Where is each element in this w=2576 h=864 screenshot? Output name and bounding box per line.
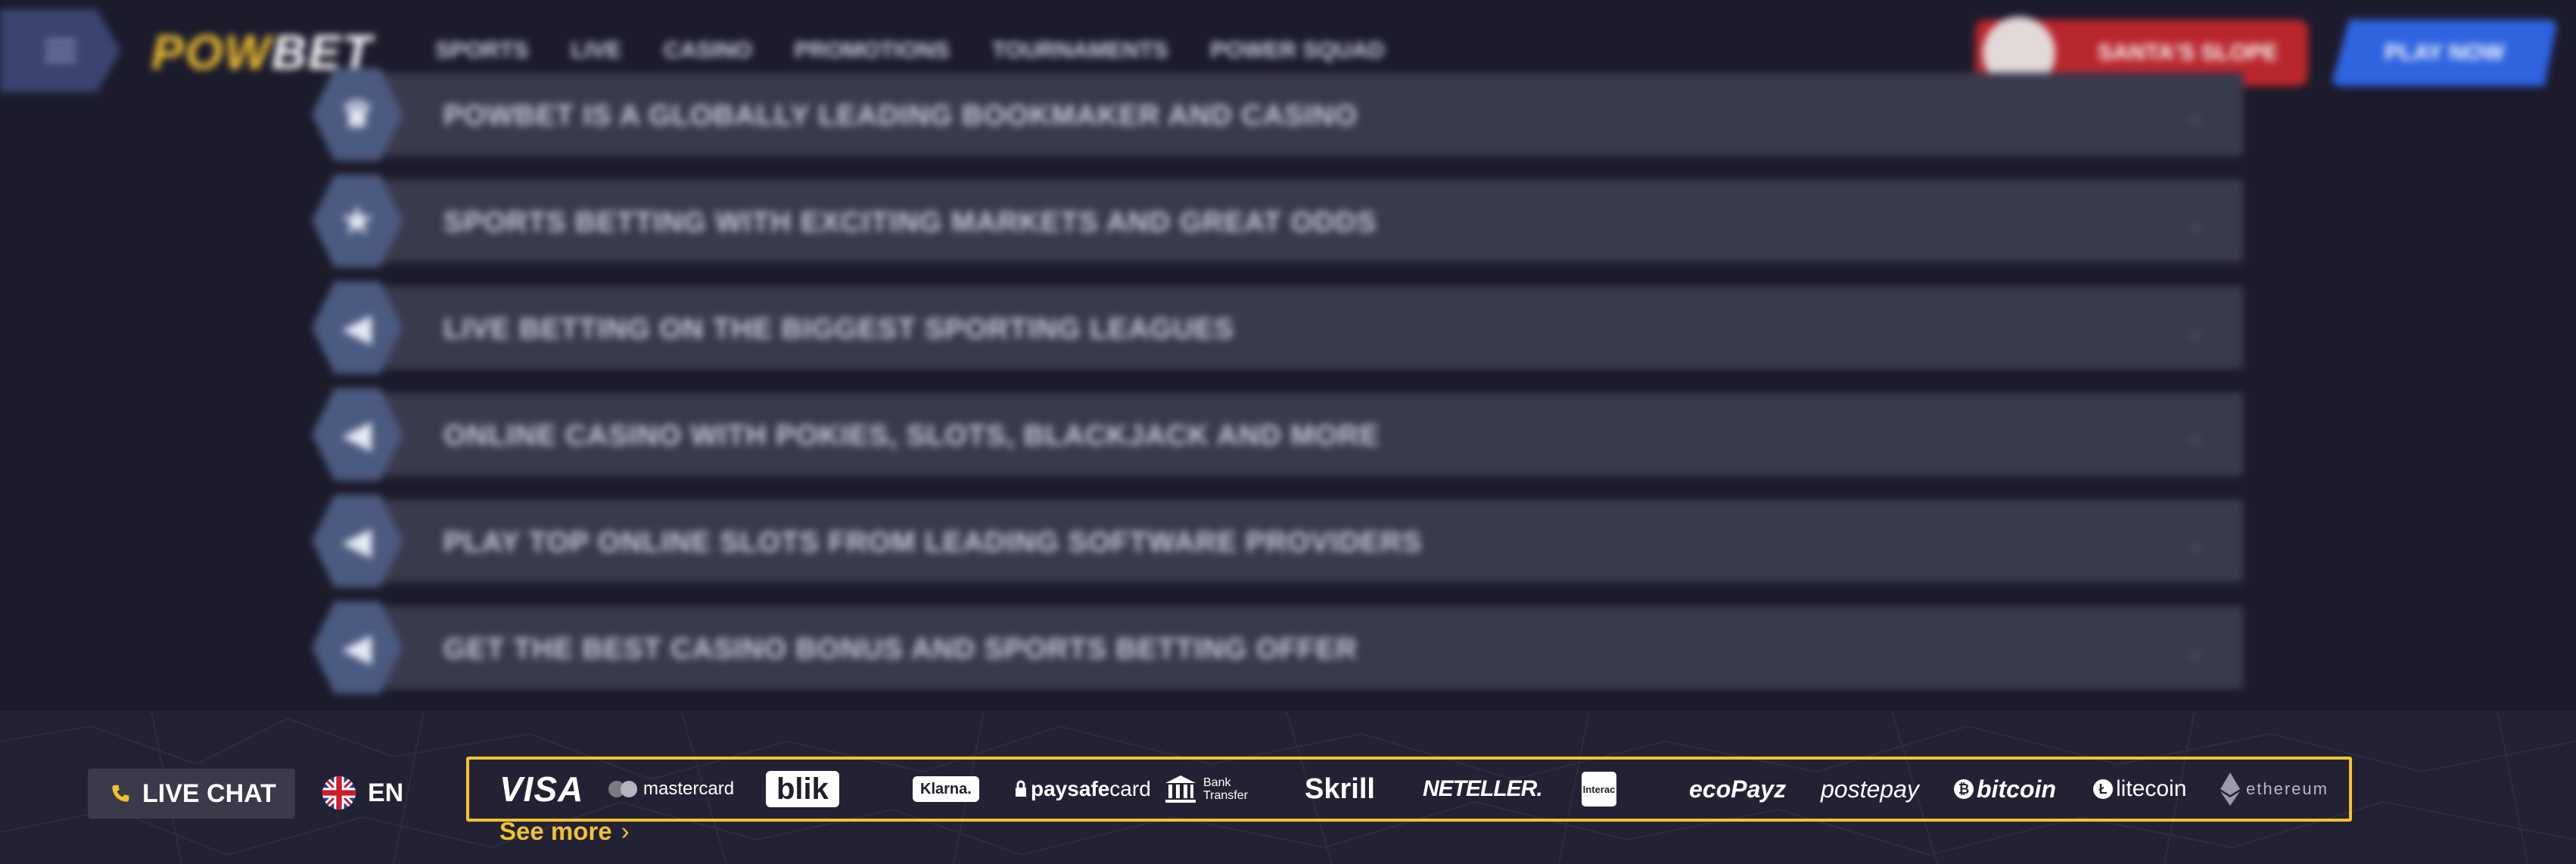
bank-icon bbox=[1165, 775, 1196, 803]
santas-slope-label: SANTA'S SLOPE bbox=[2097, 40, 2278, 65]
play-now-label: PLAY NOW bbox=[2384, 40, 2505, 65]
faq-row-glyph: ◀ bbox=[343, 521, 372, 561]
ethereum-label: ethereum bbox=[2246, 779, 2329, 798]
bank-transfer-logo: Bank Transfer bbox=[1164, 760, 1248, 819]
litecoin-logo: Łlitecoin bbox=[2093, 760, 2186, 819]
bank-transfer-label-1: Bank bbox=[1203, 776, 1231, 789]
faq-row-glyph: ◀ bbox=[343, 308, 372, 348]
phone-icon bbox=[112, 785, 129, 802]
bitcoin-logo: ₿ bitcoin bbox=[1954, 760, 2056, 819]
ethereum-icon bbox=[2220, 772, 2240, 806]
logo-text-part-1: POW bbox=[151, 25, 272, 79]
chevron-down-icon[interactable]: ⌄ bbox=[2185, 635, 2205, 664]
postepay-logo: postepay bbox=[1821, 775, 1919, 803]
mastercard-label: mastercard bbox=[643, 779, 735, 799]
chevron-down-icon[interactable]: ⌄ bbox=[2185, 421, 2205, 450]
faq-row-title: POWBET IS A GLOBALLY LEADING BOOKMAKER A… bbox=[443, 100, 1358, 132]
menu-button[interactable] bbox=[0, 9, 121, 92]
footer: LIVE CHAT EN VISA mastercard blik Klarna… bbox=[0, 711, 2576, 864]
bank-transfer-label: Bank Transfer bbox=[1203, 776, 1248, 802]
faq-row[interactable]: ♛ POWBET IS A GLOBALLY LEADING BOOKMAKER… bbox=[312, 68, 2243, 160]
chevron-down-icon[interactable]: ⌄ bbox=[2185, 315, 2205, 343]
faq-row[interactable]: ★ SPORTS BETTING WITH EXCITING MARKETS A… bbox=[312, 175, 2243, 267]
faq-row-glyph: ♛ bbox=[341, 95, 374, 135]
visa-logo: VISA bbox=[499, 769, 584, 809]
uk-flag-icon bbox=[322, 776, 356, 810]
bitcoin-label: bitcoin bbox=[1977, 775, 2056, 803]
play-now-button[interactable]: PLAY NOW bbox=[2331, 20, 2558, 86]
language-label: EN bbox=[368, 778, 404, 807]
ethereum-logo: ethereum bbox=[2220, 760, 2329, 819]
faq-row[interactable]: ◀ ONLINE CASINO WITH POKIES, SLOTS, BLAC… bbox=[312, 388, 2243, 480]
main-nav: SPORTS LIVE CASINO PROMOTIONS TOURNAMENT… bbox=[435, 38, 1385, 64]
litecoin-icon: Ł bbox=[2093, 779, 2113, 799]
neteller-logo: NETELLER. bbox=[1423, 776, 1543, 801]
faq-row[interactable]: ◀ GET THE BEST CASINO BONUS AND SPORTS B… bbox=[312, 601, 2243, 694]
paysafecard-logo: paysafe card bbox=[1014, 760, 1151, 819]
faq-row-glyph: ◀ bbox=[343, 628, 372, 668]
bitcoin-icon: ₿ bbox=[1954, 779, 1974, 799]
klarna-logo: Klarna. bbox=[913, 776, 979, 802]
blik-logo: blik bbox=[766, 771, 839, 807]
nav-item-live[interactable]: LIVE bbox=[571, 38, 621, 64]
faq-list: ♛ POWBET IS A GLOBALLY LEADING BOOKMAKER… bbox=[312, 68, 2243, 713]
live-chat-label: LIVE CHAT bbox=[142, 779, 276, 808]
chevron-down-icon[interactable]: ⌄ bbox=[2185, 528, 2205, 557]
nav-item-promotions[interactable]: PROMOTIONS bbox=[795, 38, 950, 64]
paysafecard-label-1: paysafe bbox=[1031, 777, 1110, 800]
faq-row[interactable]: ◀ PLAY TOP ONLINE SLOTS FROM LEADING SOF… bbox=[312, 495, 2243, 587]
faq-row-glyph: ◀ bbox=[343, 415, 372, 455]
see-more-link[interactable]: See more › bbox=[499, 817, 630, 846]
skrill-logo: Skrill bbox=[1305, 772, 1375, 805]
faq-row-title: GET THE BEST CASINO BONUS AND SPORTS BET… bbox=[443, 633, 1358, 665]
bank-transfer-label-2: Transfer bbox=[1203, 789, 1248, 802]
mastercard-circle-icon bbox=[621, 781, 637, 797]
chevron-down-icon[interactable]: ⌄ bbox=[2185, 101, 2205, 130]
chevron-right-icon: › bbox=[621, 817, 630, 845]
nav-item-tournaments[interactable]: TOURNAMENTS bbox=[992, 38, 1168, 64]
faq-row-title: SPORTS BETTING WITH EXCITING MARKETS AND… bbox=[443, 207, 1377, 238]
payment-methods-box: VISA mastercard blik Klarna. paysafe card… bbox=[466, 757, 2352, 822]
see-more-label: See more bbox=[499, 817, 612, 845]
hamburger-icon bbox=[45, 49, 76, 52]
nav-item-casino[interactable]: CASINO bbox=[664, 38, 752, 64]
paysafecard-label-2: card bbox=[1109, 777, 1151, 800]
faq-row-title: PLAY TOP ONLINE SLOTS FROM LEADING SOFTW… bbox=[443, 527, 1423, 558]
faq-row-title: ONLINE CASINO WITH POKIES, SLOTS, BLACKJ… bbox=[443, 420, 1380, 452]
lock-icon bbox=[1016, 780, 1026, 797]
nav-item-power-squad[interactable]: POWER SQUAD bbox=[1211, 38, 1385, 64]
live-chat-button[interactable]: LIVE CHAT bbox=[88, 769, 295, 819]
language-selector[interactable]: EN bbox=[322, 776, 403, 810]
interac-logo: Interac bbox=[1582, 772, 1616, 807]
faq-row-title: LIVE BETTING ON THE BIGGEST SPORTING LEA… bbox=[443, 313, 1234, 345]
nav-item-sports[interactable]: SPORTS bbox=[435, 38, 528, 64]
faq-row-glyph: ★ bbox=[341, 201, 374, 241]
blurred-page-content: POWBET SPORTS LIVE CASINO PROMOTIONS TOU… bbox=[0, 0, 2576, 711]
ecopayz-logo: ecoPayz bbox=[1689, 775, 1787, 803]
mastercard-logo: mastercard bbox=[608, 760, 734, 819]
faq-row[interactable]: ◀ LIVE BETTING ON THE BIGGEST SPORTING L… bbox=[312, 281, 2243, 374]
chevron-down-icon[interactable]: ⌄ bbox=[2185, 208, 2205, 237]
litecoin-label: litecoin bbox=[2116, 776, 2187, 801]
